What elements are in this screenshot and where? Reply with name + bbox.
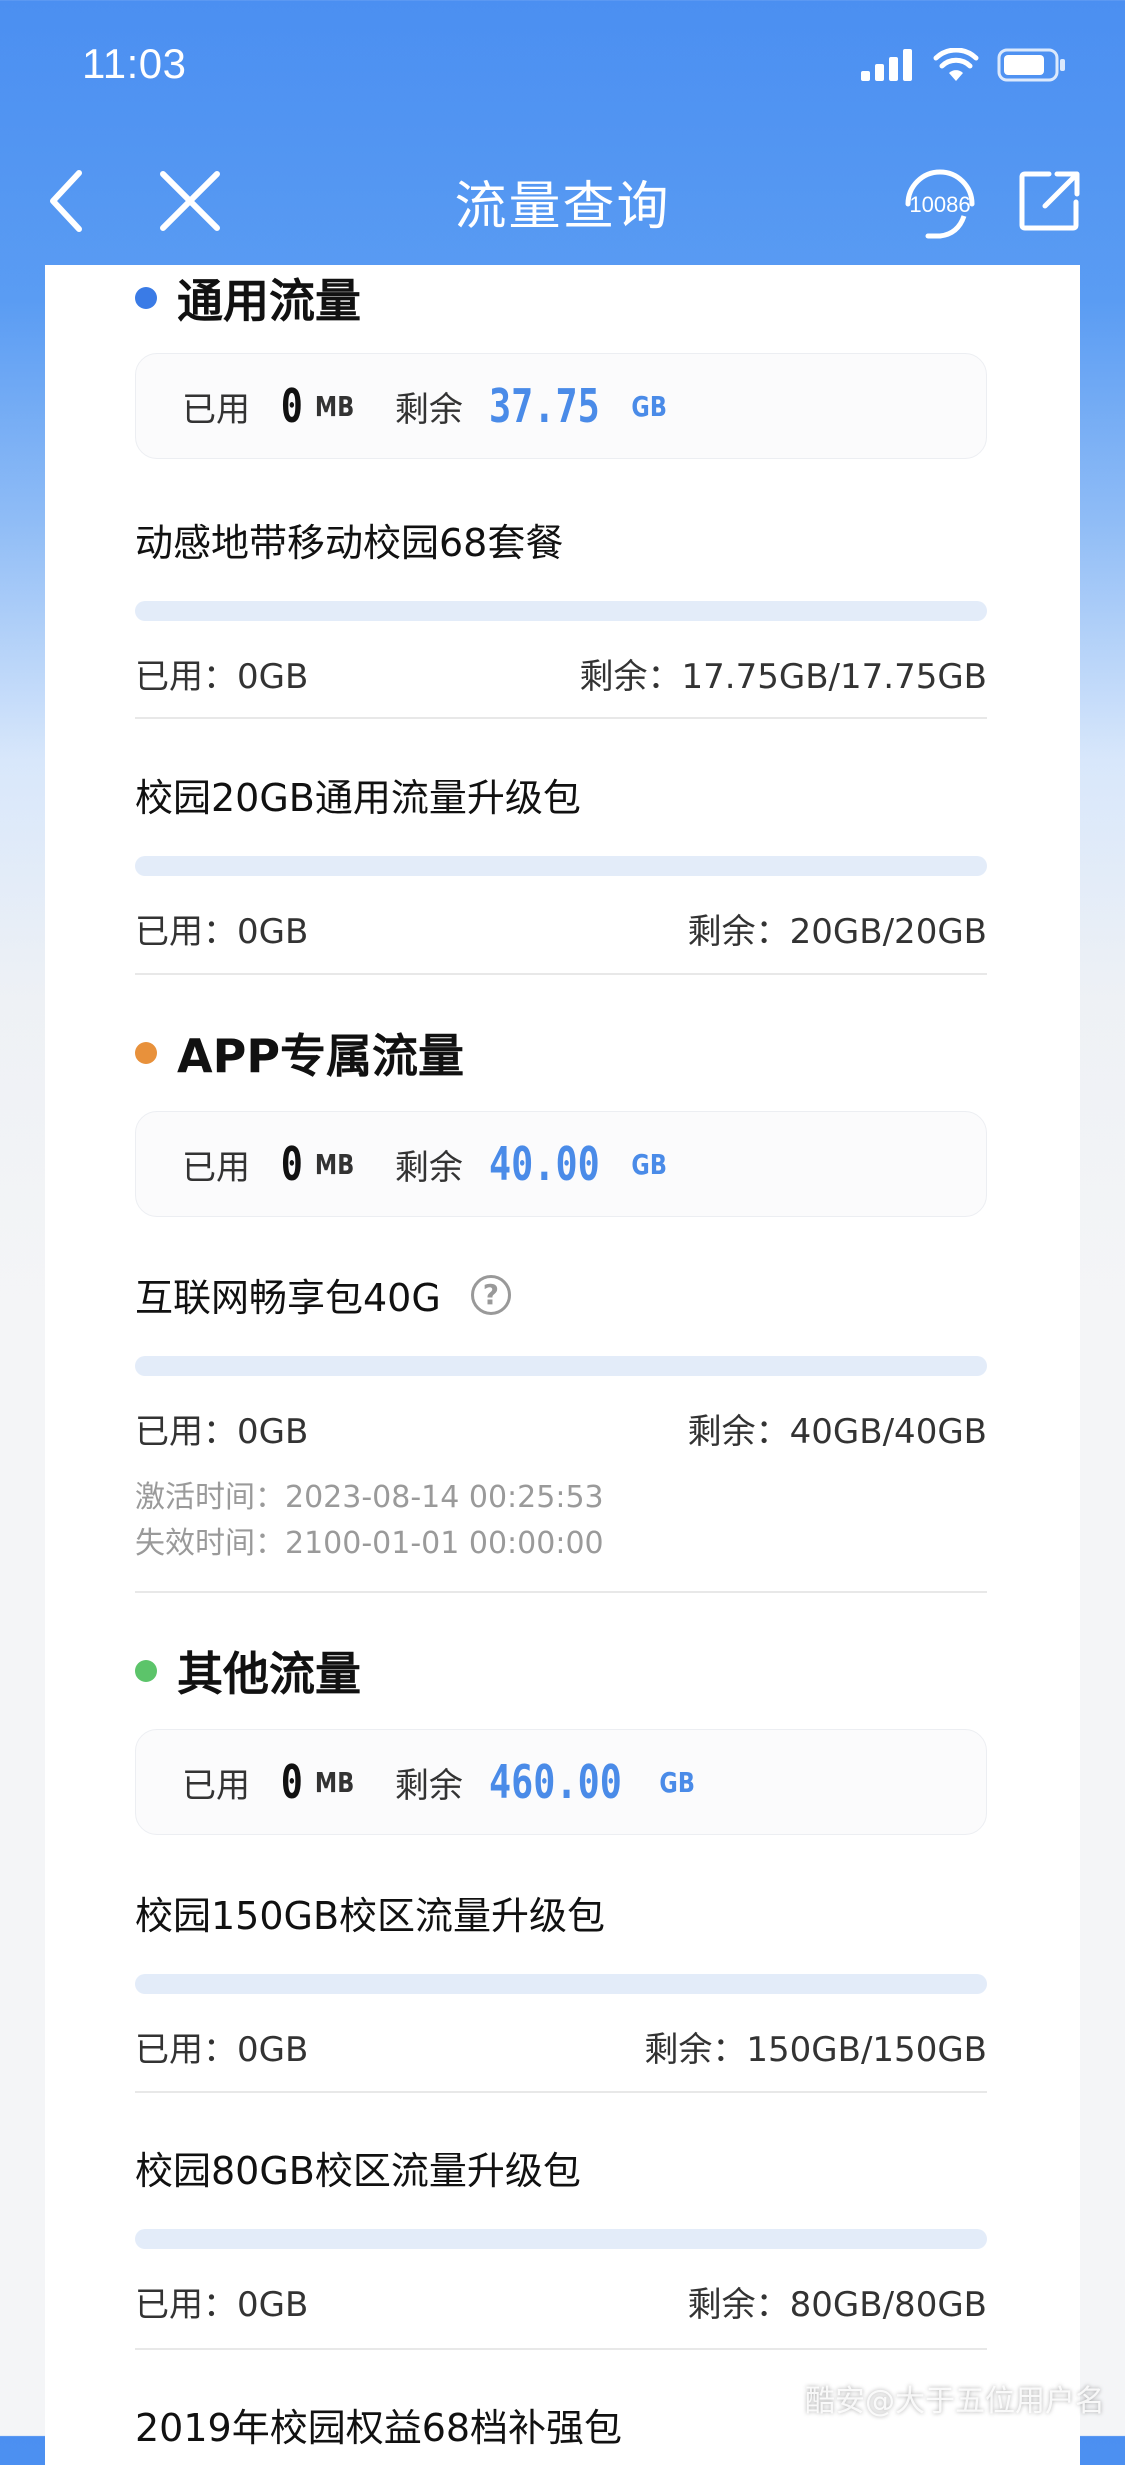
- status-time: 11:03: [82, 40, 187, 87]
- package-name: 互联网畅享包40G: [135, 1276, 441, 1320]
- package-name: 校园20GB通用流量升级包: [135, 776, 581, 820]
- used-label: 已用: [182, 1147, 250, 1188]
- wifi-icon: [933, 48, 979, 81]
- remain-unit: GB: [631, 1147, 668, 1181]
- divider: [135, 973, 987, 975]
- used-value: 0: [280, 1755, 303, 1809]
- package-remain: 剩余：150GB/150GB: [644, 2030, 987, 2070]
- section-other-header: 其他流量: [135, 1638, 361, 1704]
- remain-unit: GB: [659, 1765, 695, 1799]
- system-icons: [861, 48, 1067, 82]
- divider: [135, 2348, 987, 2350]
- section-title: 通用流量: [177, 274, 361, 328]
- usage-bar: [135, 856, 987, 876]
- status-bar: 11:03: [0, 0, 1125, 140]
- watermark: 酷安@大于五位用户名: [805, 2384, 1105, 2419]
- package-used: 已用：0GB: [135, 657, 309, 697]
- usage-bar: [135, 601, 987, 621]
- activation-time: 激活时间：2023-08-14 00:25:53: [135, 1480, 604, 1515]
- share-button[interactable]: [1015, 166, 1085, 236]
- battery-icon: [997, 48, 1065, 82]
- section-title: 其他流量: [177, 1647, 361, 1701]
- usage-bar: [135, 1974, 987, 1994]
- package-item[interactable]: 互联网畅享包40G ? 已用：0GB 剩余：40GB/40GB 激活时间：202…: [135, 1267, 987, 1567]
- remain-unit: GB: [631, 389, 668, 423]
- cellular-signal-icon: [861, 49, 912, 81]
- package-used: 已用：0GB: [135, 2030, 309, 2070]
- nav-bar: 流量查询 10086: [0, 140, 1125, 260]
- remain-label: 剩余: [394, 389, 463, 430]
- package-item[interactable]: 动感地带移动校园68套餐 已用：0GB 剩余：17.75GB/17.75GB: [135, 512, 987, 698]
- expiry-time: 失效时间：2100-01-01 00:00:00: [135, 1526, 604, 1561]
- package-remain: 剩余：80GB/80GB: [687, 2285, 987, 2325]
- package-name: 校园80GB校区流量升级包: [135, 2149, 581, 2193]
- package-used: 已用：0GB: [135, 1412, 309, 1452]
- package-remain: 剩余：17.75GB/17.75GB: [579, 657, 987, 697]
- used-value: 0: [280, 379, 303, 433]
- remain-value: 460.00: [488, 1755, 622, 1809]
- used-label: 已用: [182, 1765, 250, 1806]
- package-item[interactable]: 校园150GB校区流量升级包 已用：0GB 剩余：150GB/150GB: [135, 1885, 987, 2071]
- usage-bar: [135, 1356, 987, 1376]
- section-app-header: APP专属流量: [135, 1020, 464, 1086]
- section-other-summary: 已用 0 MB 剩余 460.00 GB: [135, 1729, 987, 1835]
- package-remain: 剩余：20GB/20GB: [687, 912, 987, 952]
- used-unit: MB: [314, 1765, 354, 1799]
- package-name: 动感地带移动校园68套餐: [135, 521, 564, 565]
- external-link-icon: [1019, 171, 1080, 231]
- divider: [135, 1591, 987, 1593]
- package-item[interactable]: 校园20GB通用流量升级包 已用：0GB 剩余：20GB/20GB: [135, 767, 987, 953]
- package-used: 已用：0GB: [135, 2285, 309, 2325]
- package-name: 校园150GB校区流量升级包: [135, 1894, 606, 1938]
- headset-icon: 10086: [905, 169, 975, 239]
- section-dot-blue: [135, 287, 157, 309]
- package-item[interactable]: 校园80GB校区流量升级包 已用：0GB 剩余：80GB/80GB: [135, 2140, 987, 2326]
- used-label: 已用: [182, 389, 250, 430]
- section-dot-orange: [135, 1042, 157, 1064]
- section-title: APP专属流量: [177, 1029, 465, 1083]
- section-general-summary: 已用 0 MB 剩余 37.75 GB: [135, 353, 987, 459]
- remain-value: 40.00: [488, 1137, 600, 1191]
- remain-value: 37.75: [488, 379, 600, 433]
- divider: [135, 2091, 987, 2093]
- usage-bar: [135, 2229, 987, 2249]
- remain-label: 剩余: [394, 1765, 463, 1806]
- used-unit: MB: [314, 1147, 354, 1181]
- section-general-header: 通用流量: [135, 265, 361, 331]
- used-value: 0: [280, 1137, 303, 1191]
- used-unit: MB: [314, 389, 354, 423]
- service-number: 10086: [909, 192, 970, 217]
- help-icon[interactable]: ?: [470, 1274, 511, 1315]
- package-used: 已用：0GB: [135, 912, 309, 952]
- section-dot-green: [135, 1660, 157, 1682]
- customer-service-button[interactable]: 10086: [900, 160, 980, 240]
- section-app-summary: 已用 0 MB 剩余 40.00 GB: [135, 1111, 987, 1217]
- divider: [135, 717, 987, 719]
- remain-label: 剩余: [394, 1147, 463, 1188]
- package-remain: 剩余：40GB/40GB: [687, 1412, 987, 1452]
- traffic-card: 通用流量 已用 0 MB 剩余 37.75 GB 动感地带移动校园68套餐 已用…: [45, 265, 1080, 2465]
